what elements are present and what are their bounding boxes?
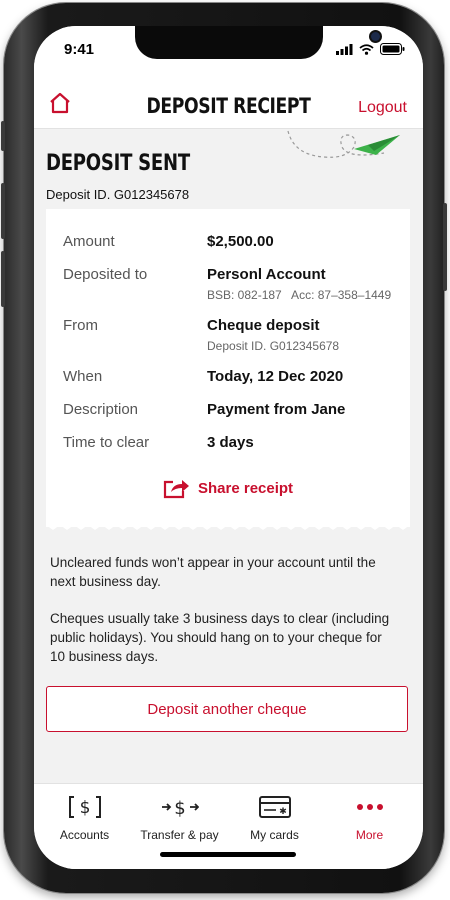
row-value: $2,500.00 bbox=[207, 233, 274, 250]
receipt-card: Amount $2,500.00 Deposited to Personl Ac… bbox=[46, 209, 410, 527]
receipt-tear-edge bbox=[46, 521, 410, 530]
row-value: Today, 12 Dec 2020 bbox=[207, 368, 344, 385]
power-button bbox=[443, 203, 447, 291]
more-icon bbox=[356, 804, 383, 810]
status-icons bbox=[336, 43, 405, 55]
transfer-icon: $ bbox=[161, 798, 199, 819]
deposit-another-cheque-button[interactable]: Deposit another cheque bbox=[46, 686, 408, 732]
signal-icon bbox=[336, 43, 353, 55]
svg-text:$: $ bbox=[79, 798, 90, 818]
row-value: Payment from Jane bbox=[207, 401, 346, 418]
page-title: DEPOSIT RECIEPT bbox=[146, 94, 311, 118]
screen: 9:41 DEPOSIT RECIEPT Logout DEPOSIT SENT… bbox=[34, 26, 423, 869]
volume-up-button bbox=[1, 183, 5, 239]
notch bbox=[135, 26, 380, 59]
wifi-icon bbox=[359, 43, 374, 55]
uncleared-funds-note: Uncleared funds won’t appear in your acc… bbox=[50, 555, 376, 589]
app-header: DEPOSIT RECIEPT Logout bbox=[34, 70, 423, 129]
accounts-icon: $ bbox=[68, 796, 101, 818]
row-value: Personl Account bbox=[207, 266, 326, 283]
battery-icon bbox=[380, 43, 405, 55]
tab-my-cards[interactable]: ✱ My cards bbox=[227, 794, 322, 842]
svg-text:$: $ bbox=[174, 798, 185, 819]
camera bbox=[371, 32, 380, 41]
row-subtext: BSB: 082-187 Acc: 87–358–1449 bbox=[207, 288, 392, 302]
tab-label: Transfer & pay bbox=[140, 828, 219, 842]
deposit-id: Deposit ID. G012345678 bbox=[46, 187, 190, 202]
svg-text:✱: ✱ bbox=[279, 807, 287, 817]
row-subtext: Deposit ID. G012345678 bbox=[207, 339, 340, 353]
row-label: When bbox=[63, 368, 103, 385]
share-receipt-button[interactable]: Share receipt bbox=[162, 477, 293, 499]
tab-label: My cards bbox=[250, 828, 299, 842]
tab-accounts[interactable]: $ Accounts bbox=[37, 794, 132, 842]
row-value: Cheque deposit bbox=[207, 317, 320, 334]
phone-frame: 9:41 DEPOSIT RECIEPT Logout DEPOSIT SENT… bbox=[1, 3, 447, 893]
tab-more[interactable]: More bbox=[322, 794, 417, 842]
volume-down-button bbox=[1, 251, 5, 307]
paper-plane-icon bbox=[287, 130, 400, 158]
status-time: 9:41 bbox=[64, 41, 95, 58]
share-receipt-label: Share receipt bbox=[198, 479, 294, 497]
tab-label: More bbox=[355, 828, 384, 842]
tab-transfer-pay[interactable]: $ Transfer & pay bbox=[132, 794, 227, 842]
cheque-clearing-note: Cheques usually take 3 business days to … bbox=[50, 611, 390, 664]
row-label: From bbox=[63, 317, 98, 334]
home-indicator[interactable] bbox=[160, 852, 296, 857]
share-icon bbox=[163, 480, 189, 499]
row-label: Time to clear bbox=[63, 434, 150, 451]
deposit-sent-heading: DEPOSIT SENT bbox=[46, 151, 190, 176]
card-icon: ✱ bbox=[258, 796, 291, 818]
row-label: Deposited to bbox=[63, 266, 148, 283]
row-label: Description bbox=[63, 401, 139, 418]
mute-switch bbox=[1, 121, 5, 151]
tab-label: Accounts bbox=[59, 828, 110, 842]
logout-link[interactable]: Logout bbox=[358, 99, 407, 117]
row-label: Amount bbox=[63, 233, 115, 250]
row-value: 3 days bbox=[207, 434, 254, 451]
